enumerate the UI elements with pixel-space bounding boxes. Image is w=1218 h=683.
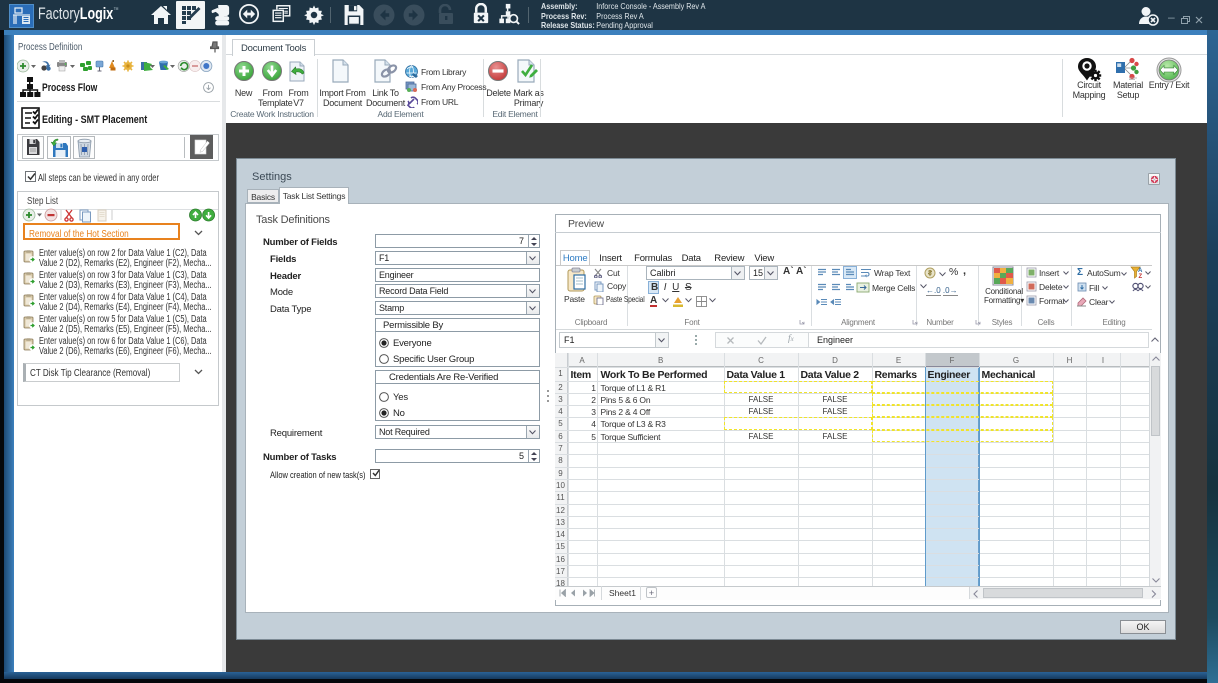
- svg-text:Z: Z: [1139, 274, 1143, 279]
